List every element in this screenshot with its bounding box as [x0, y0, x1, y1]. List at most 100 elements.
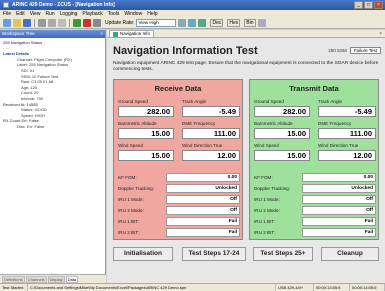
- pause-icon[interactable]: [93, 19, 101, 27]
- page-description: Navigation equipment ARINC 429 test page…: [113, 61, 379, 72]
- initialisation-button[interactable]: Initialisation: [113, 247, 173, 261]
- paste-icon[interactable]: [58, 19, 66, 27]
- grid-icon[interactable]: [257, 19, 266, 27]
- menu-edit[interactable]: Edit: [16, 11, 25, 17]
- page-title: Navigation Information Test: [113, 45, 258, 57]
- tx-iru1-mode-row: IRU 1 Mode: Off: [254, 195, 376, 204]
- rx-ground-speed-label: Ground Speed: [118, 99, 148, 104]
- rx-wind-dir-label: Wind Direction True: [182, 143, 223, 148]
- transmit-data-header: Transmit Data: [289, 84, 339, 93]
- document-icon: [113, 31, 118, 37]
- bin-toggle[interactable]: Bin: [244, 19, 256, 27]
- toolbar: Update Rate: View High Dec Hex Bin: [0, 18, 385, 29]
- test-steps-17-24-button[interactable]: Test Steps 17-24: [182, 247, 246, 261]
- tx-wind-dir-label: Wind Direction True: [318, 143, 359, 148]
- rx-kf-fom-row: KF FOM: 0.00: [118, 173, 240, 182]
- rx-baro-alt-label: Barometric Altitude: [118, 121, 157, 126]
- statusbar: Test Started C:\Documents and Settings\M…: [0, 283, 385, 291]
- menu-help[interactable]: Help: [147, 11, 157, 17]
- cleanup-button[interactable]: Cleanup: [321, 247, 379, 261]
- menu-logging[interactable]: Logging: [60, 11, 78, 17]
- rx-iru2-mode-row: IRU 2 Mode: Off: [118, 206, 240, 215]
- menu-file[interactable]: File: [3, 11, 11, 17]
- status-device: USB 429-4/4+: [276, 284, 314, 291]
- tx-kf-fom-row: KF FOM: 0.00: [254, 173, 376, 182]
- toolbar-separator: [34, 19, 35, 27]
- copy-icon[interactable]: [48, 19, 56, 27]
- play-icon[interactable]: [73, 19, 81, 27]
- document-tabbar: Navigation Info ×: [107, 30, 385, 38]
- maximize-button[interactable]: □: [364, 1, 373, 9]
- tab-data[interactable]: Data: [65, 275, 79, 283]
- rx-baro-alt-value: 15.00: [118, 128, 174, 139]
- menubar: File Edit View Run Logging Playback Tool…: [0, 10, 385, 18]
- app-icon: [3, 2, 9, 8]
- menu-playback[interactable]: Playback: [82, 11, 102, 17]
- new-icon[interactable]: [3, 19, 11, 27]
- left-pane-tabs: Definitions Channels Display Data: [0, 274, 106, 283]
- tx-wind-speed-label: Wind Speed: [254, 143, 280, 148]
- tx-dme-freq-label: DME Frequency: [318, 121, 352, 126]
- pane-close-icon[interactable]: ×: [100, 30, 103, 38]
- window-titlebar: ARINC 429 Demo - ZCUS - [Navigation Info…: [0, 0, 385, 10]
- tx-wind-speed-input[interactable]: 15.00: [254, 150, 310, 161]
- tab-definitions[interactable]: Definitions: [2, 275, 25, 283]
- update-rate-select[interactable]: View High: [136, 19, 177, 27]
- rx-track-angle-label: Track Angle: [182, 99, 207, 104]
- rx-wind-speed-label: Wind Speed: [118, 143, 144, 148]
- close-button[interactable]: ×: [374, 1, 383, 9]
- workspace-pane: Workspace Tree × 255 Navigation Status · …: [0, 30, 106, 283]
- status-time-2: 00:00:14:05:6: [350, 284, 385, 291]
- tx-iru2-bit-row: IRU 2 BIT: Fail: [254, 228, 376, 237]
- workspace-pane-title: Workspace Tree ×: [0, 30, 105, 38]
- tx-track-angle-input[interactable]: -5.49: [318, 106, 376, 117]
- menu-window[interactable]: Window: [124, 11, 142, 17]
- settings-icon[interactable]: [188, 19, 197, 27]
- tx-wind-dir-input[interactable]: 12.00: [318, 150, 376, 161]
- status-text: Test Started: [0, 284, 28, 291]
- toolbar-separator: [69, 19, 70, 27]
- tx-ground-speed-label: Ground Speed: [254, 99, 284, 104]
- save-icon[interactable]: [23, 19, 31, 27]
- stop-icon[interactable]: [83, 19, 91, 27]
- tab-navigation-info[interactable]: Navigation Info: [109, 30, 155, 37]
- tree-item[interactable]: Disc. Err: False: [3, 124, 102, 130]
- cut-icon[interactable]: [38, 19, 46, 27]
- rx-dme-freq-value: 111.00: [182, 128, 240, 139]
- status-badge[interactable]: Failure Test: [349, 47, 381, 54]
- tab-display[interactable]: Display: [47, 275, 65, 283]
- menu-tools[interactable]: Tools: [108, 11, 120, 17]
- open-folder-icon[interactable]: [13, 19, 21, 27]
- tx-iru1-bit-row: IRU 1 BIT: Fail: [254, 217, 376, 226]
- tx-dme-freq-input[interactable]: 111.00: [318, 128, 376, 139]
- ssm-label: 250 SSM: [328, 48, 347, 53]
- minimize-button[interactable]: _: [354, 1, 363, 9]
- update-rate-label: Update Rate:: [105, 20, 135, 26]
- tx-baro-alt-input[interactable]: 15.00: [254, 128, 310, 139]
- rx-wind-speed-value: 15.00: [118, 150, 174, 161]
- close-tab-icon[interactable]: ×: [379, 31, 382, 37]
- rx-iru1-bit-row: IRU 1 BIT: Fail: [118, 217, 240, 226]
- refresh-icon[interactable]: [178, 19, 187, 27]
- transmit-data-panel: Transmit Data Ground Speed 282.00 Track …: [249, 79, 379, 240]
- tab-channels[interactable]: Channels: [25, 275, 47, 283]
- graph-icon[interactable]: [198, 19, 207, 27]
- hex-toggle[interactable]: Hex: [227, 19, 241, 27]
- status-area: 250 SSM Failure Test: [328, 47, 381, 54]
- tx-track-angle-label: Track Angle: [318, 99, 343, 104]
- menu-run[interactable]: Run: [45, 11, 54, 17]
- test-steps-25-button[interactable]: Test Steps 25+: [253, 247, 313, 261]
- tx-iru2-mode-row: IRU 2 Mode: Off: [254, 206, 376, 215]
- workspace-tree: 255 Navigation Status · · · Latest Details…: [0, 38, 105, 132]
- navigation-info-pane: Navigation Info × Navigation Information…: [107, 30, 385, 283]
- tx-doppler-row: Doppler Tracking: Unlocked: [254, 184, 376, 193]
- window-title: ARINC 429 Demo - ZCUS - [Navigation Info…: [12, 2, 115, 8]
- dec-toggle[interactable]: Dec: [210, 19, 224, 27]
- rx-dme-freq-label: DME Frequency: [182, 121, 216, 126]
- tx-ground-speed-input[interactable]: 282.00: [254, 106, 310, 117]
- rx-ground-speed-value: 282.00: [118, 106, 174, 117]
- rx-wind-dir-value: 12.00: [182, 150, 240, 161]
- rx-iru1-mode-row: IRU 1 Mode: Off: [118, 195, 240, 204]
- tx-baro-alt-label: Barometric Altitude: [254, 121, 293, 126]
- menu-view[interactable]: View: [30, 11, 41, 17]
